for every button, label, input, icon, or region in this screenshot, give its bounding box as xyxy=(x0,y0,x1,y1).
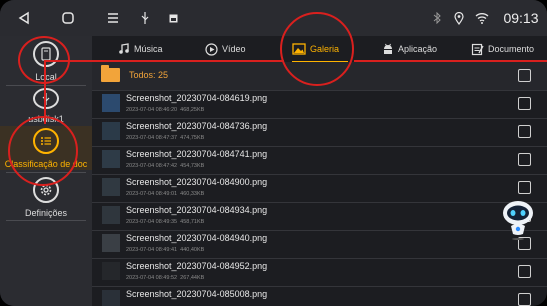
table-row[interactable]: Screenshot_20230704-085008.png xyxy=(92,286,547,306)
file-size: 458,71KB xyxy=(180,219,205,225)
file-date: 2023-07-04 08:49:52 xyxy=(126,275,178,281)
menu-lines-icon[interactable] xyxy=(104,0,122,36)
file-size: 267,44KB xyxy=(180,275,205,281)
image-thumbnail xyxy=(102,178,120,196)
all-count: Todos: 25 xyxy=(129,70,169,80)
app-window: 09:13 Local usbdisk1 Classificação de do… xyxy=(0,0,547,306)
annotation-line xyxy=(44,60,284,62)
location-icon xyxy=(452,0,466,36)
image-thumbnail xyxy=(102,234,120,252)
image-thumbnail xyxy=(102,290,120,306)
sidebar-divider xyxy=(6,220,86,221)
document-icon xyxy=(471,43,484,55)
wifi-icon xyxy=(474,0,490,36)
table-row[interactable]: Screenshot_20230704-084736.png 2023-07-0… xyxy=(92,118,547,147)
tab-aplicacao[interactable]: Aplicação xyxy=(382,36,437,62)
row-checkbox[interactable] xyxy=(518,153,531,166)
file-date: 2023-07-04 08:49:35 xyxy=(126,219,178,225)
file-meta: 2023-07-04 08:47:42 454,73KB xyxy=(126,163,204,169)
tab-video[interactable]: Vídeo xyxy=(205,36,246,62)
file-name: Screenshot_20230704-084736.png xyxy=(126,121,268,131)
file-name: Screenshot_20230704-084952.png xyxy=(126,261,268,271)
tab-label: Aplicação xyxy=(398,44,438,54)
file-name: Screenshot_20230704-084900.png xyxy=(126,177,268,187)
table-row[interactable]: Screenshot_20230704-084952.png 2023-07-0… xyxy=(92,258,547,287)
folder-icon xyxy=(101,65,120,82)
sidebar-divider xyxy=(6,85,86,86)
image-thumbnail xyxy=(102,262,120,280)
tab-documento[interactable]: Documento xyxy=(471,36,534,62)
file-meta: 2023-07-04 08:46:20 468,25KB xyxy=(126,107,204,113)
file-meta: 2023-07-04 08:49:52 267,44KB xyxy=(126,275,204,281)
file-size: 474,75KB xyxy=(180,135,205,141)
sidebar-item-label: Definições xyxy=(24,207,68,218)
file-meta: 2023-07-04 08:49:01 460,33KB xyxy=(126,191,204,197)
table-row[interactable]: Screenshot_20230704-084619.png 2023-07-0… xyxy=(92,90,547,119)
clock: 09:13 xyxy=(503,10,539,26)
tab-label: Documento xyxy=(488,44,535,54)
music-note-icon xyxy=(119,43,129,54)
file-name: Screenshot_20230704-084741.png xyxy=(126,149,268,159)
file-meta: 2023-07-04 08:49:41 440,40KB xyxy=(126,247,204,253)
file-name: Screenshot_20230704-084619.png xyxy=(126,93,268,103)
file-size: 460,33KB xyxy=(180,191,205,197)
annotation-circle-local xyxy=(18,36,70,84)
select-all-checkbox[interactable] xyxy=(518,69,531,82)
file-date: 2023-07-04 08:47:37 xyxy=(126,135,178,141)
table-row[interactable]: Screenshot_20230704-084940.png 2023-07-0… xyxy=(92,230,547,259)
file-list: Todos: 25 Screenshot_20230704-084619.png… xyxy=(92,62,547,306)
image-thumbnail xyxy=(102,206,120,224)
file-name: Screenshot_20230704-084940.png xyxy=(126,233,268,243)
home-square-icon[interactable] xyxy=(58,0,78,36)
android-icon xyxy=(384,43,392,54)
file-meta: 2023-07-04 08:49:35 458,71KB xyxy=(126,219,204,225)
table-row[interactable]: Screenshot_20230704-084900.png 2023-07-0… xyxy=(92,174,547,203)
usb-icon xyxy=(138,0,152,36)
tab-musica[interactable]: Música xyxy=(118,36,163,62)
play-icon xyxy=(205,42,218,56)
file-date: 2023-07-04 08:46:20 xyxy=(126,107,178,113)
table-row[interactable]: Screenshot_20230704-084934.png 2023-07-0… xyxy=(92,202,547,231)
bluetooth-icon xyxy=(430,0,444,36)
file-date: 2023-07-04 08:49:41 xyxy=(126,247,178,253)
file-size: 454,73KB xyxy=(180,163,205,169)
image-thumbnail xyxy=(102,150,120,168)
row-checkbox[interactable] xyxy=(518,181,531,194)
file-size: 468,25KB xyxy=(180,107,205,113)
row-checkbox[interactable] xyxy=(518,265,531,278)
file-size: 440,40KB xyxy=(180,247,205,253)
table-row[interactable]: Screenshot_20230704-084741.png 2023-07-0… xyxy=(92,146,547,175)
back-triangle-icon[interactable] xyxy=(14,0,34,36)
annotation-line xyxy=(354,60,547,62)
assistant-robot-icon[interactable] xyxy=(501,198,535,240)
image-small-icon xyxy=(166,0,180,36)
annotation-circle-classificacao xyxy=(8,116,78,186)
file-name: Screenshot_20230704-084934.png xyxy=(126,205,268,215)
file-name: Screenshot_20230704-085008.png xyxy=(126,289,268,299)
usb-icon xyxy=(33,88,59,109)
tab-label: Música xyxy=(134,44,163,54)
row-checkbox[interactable] xyxy=(518,97,531,110)
row-checkbox[interactable] xyxy=(518,293,531,306)
image-thumbnail xyxy=(102,122,120,140)
row-checkbox[interactable] xyxy=(518,125,531,138)
file-meta: 2023-07-04 08:47:37 474,75KB xyxy=(126,135,204,141)
image-thumbnail xyxy=(102,94,120,112)
file-date: 2023-07-04 08:49:01 xyxy=(126,191,178,197)
status-bar: 09:13 xyxy=(0,0,547,36)
tab-label: Vídeo xyxy=(222,44,246,54)
annotation-circle-galeria xyxy=(280,12,354,86)
file-date: 2023-07-04 08:47:42 xyxy=(126,163,178,169)
